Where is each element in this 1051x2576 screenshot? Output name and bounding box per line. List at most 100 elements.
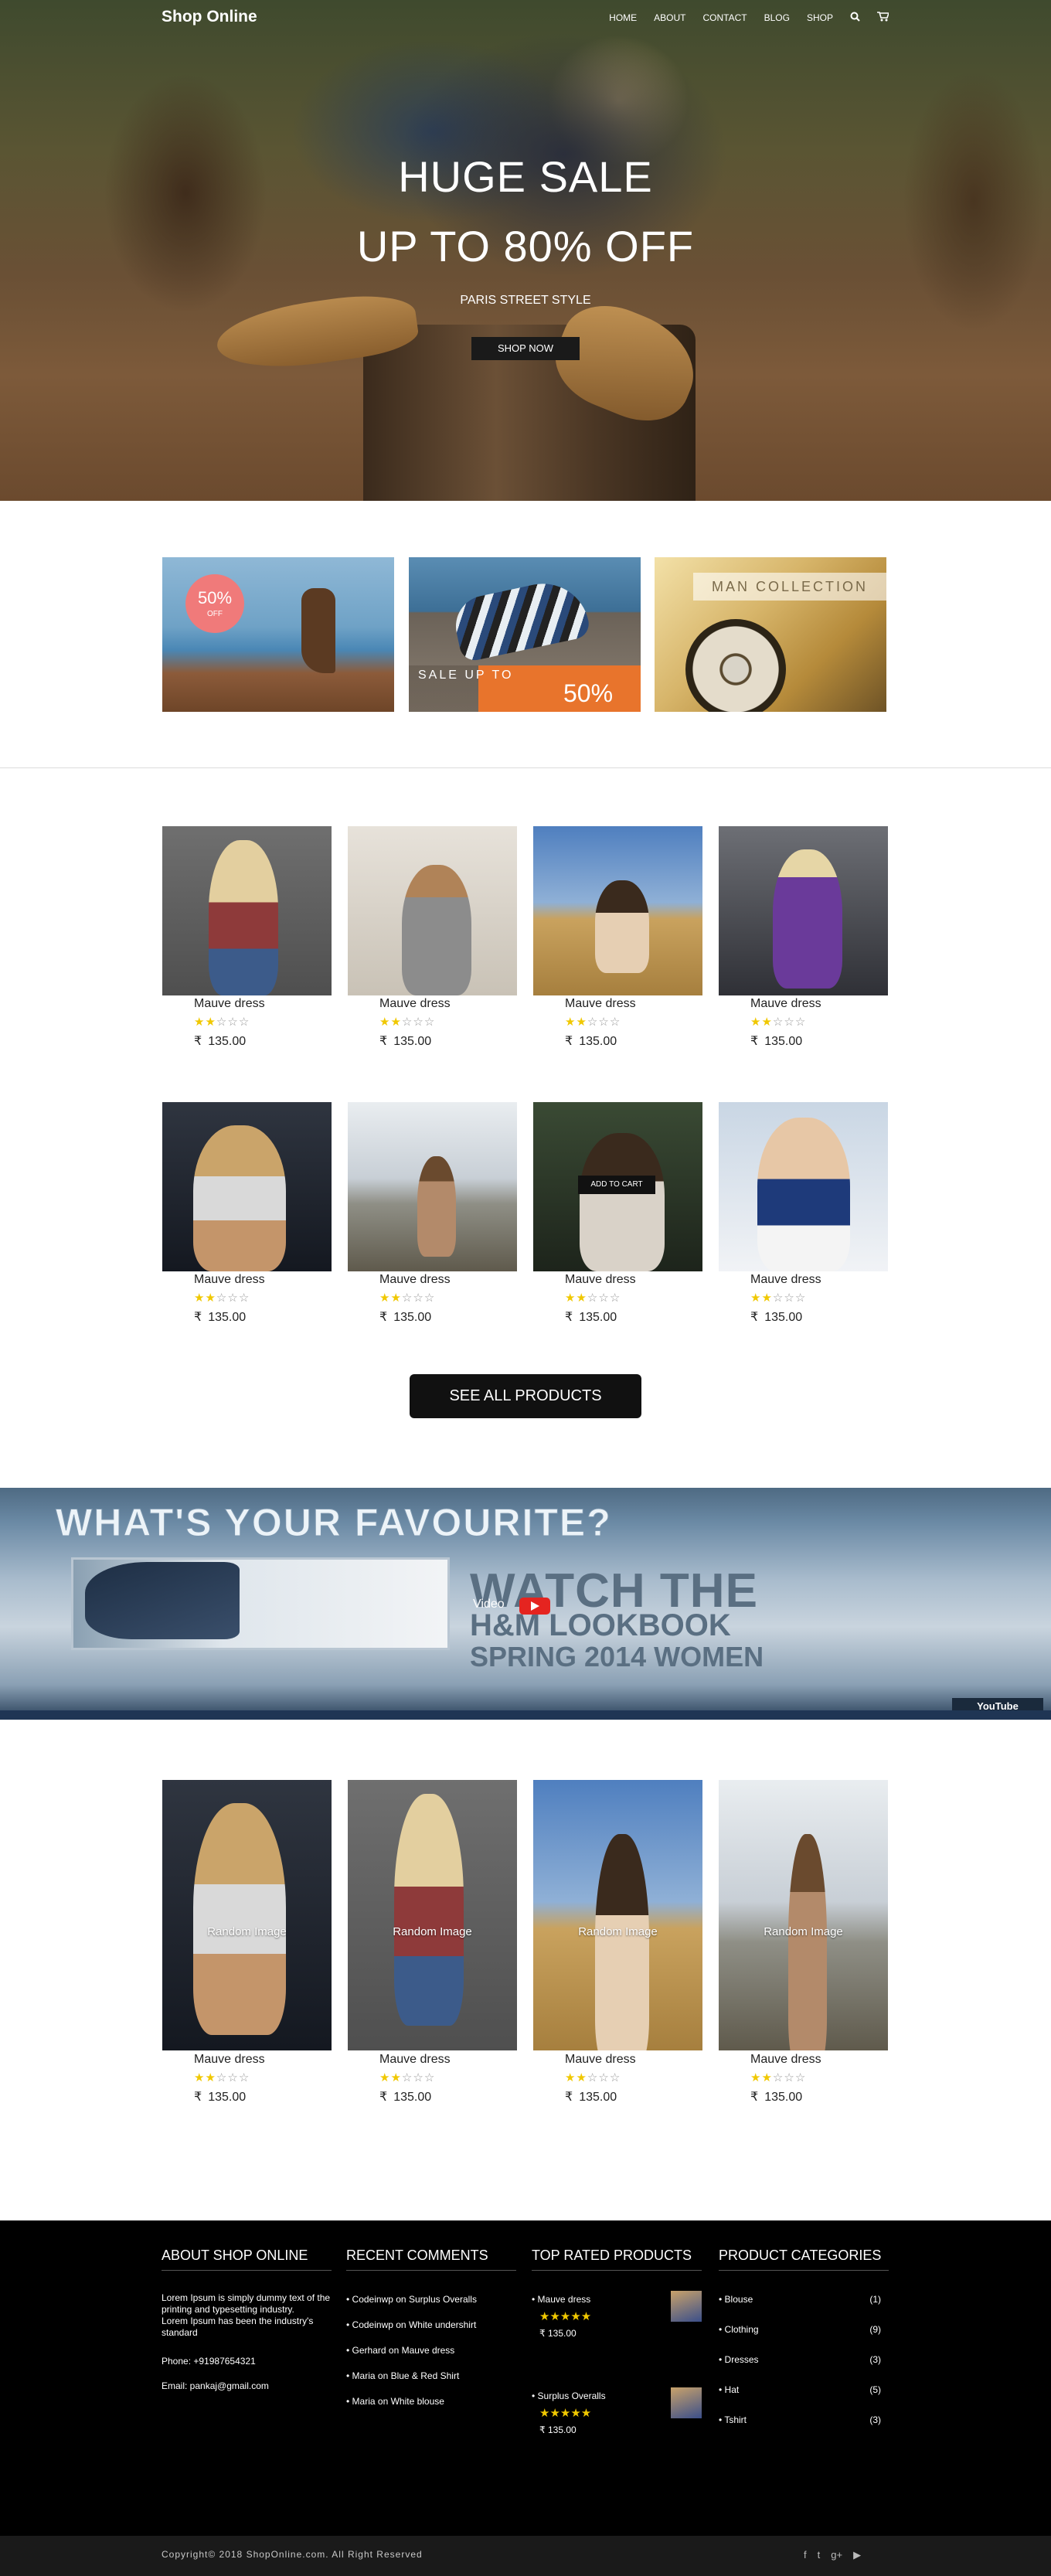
facebook-icon[interactable]: f [804, 2549, 807, 2561]
comment-target[interactable]: Mauve dress [402, 2345, 455, 2356]
product-card[interactable]: Mauve dress ★★☆☆☆ ₹135.00 [162, 1102, 332, 1334]
star-filled-icon: ★ [390, 1291, 402, 1305]
comment-item[interactable]: • Maria on Blue & Red Shirt [346, 2370, 459, 2381]
product-title[interactable]: Mauve dress [379, 2053, 451, 2067]
star-empty-icon: ☆ [772, 2071, 784, 2084]
random-product-card[interactable]: Random Image Mauve dress ★★☆☆☆ ₹135.00 [162, 1780, 332, 2112]
twitter-icon[interactable]: t [818, 2549, 821, 2561]
product-model-figure [595, 880, 649, 973]
product-card[interactable]: Mauve dress ★★☆☆☆ ₹135.00 [348, 1102, 517, 1334]
comment-item[interactable]: • Gerhard on Mauve dress [346, 2345, 454, 2356]
search-icon[interactable] [850, 12, 860, 24]
comment-target[interactable]: White blouse [391, 2396, 444, 2407]
product-title[interactable]: Mauve dress [194, 1273, 265, 1287]
product-image[interactable] [162, 826, 332, 995]
product-image[interactable]: Random Image [162, 1780, 332, 2050]
product-image[interactable]: Random Image [719, 1780, 888, 2050]
comment-target[interactable]: White undershirt [409, 2319, 476, 2330]
play-button-icon[interactable] [519, 1598, 550, 1615]
top-rated-item[interactable]: • Mauve dress ★★★★★ ₹ 135.00 [532, 2291, 702, 2339]
product-image[interactable] [348, 826, 517, 995]
currency-symbol: ₹ [750, 2091, 759, 2104]
comment-author[interactable]: Maria [352, 2396, 376, 2407]
google-plus-icon[interactable]: g+ [831, 2549, 842, 2561]
youtube-icon[interactable]: ▶ [853, 2549, 861, 2561]
promo-card-man-collection[interactable]: MAN COLLECTION [655, 557, 886, 712]
nav-home[interactable]: HOME [609, 12, 637, 23]
product-title[interactable]: Mauve dress [565, 2053, 636, 2067]
nav-about[interactable]: ABOUT [654, 12, 685, 23]
add-to-cart-button[interactable]: ADD TO CART [578, 1176, 655, 1194]
category-item[interactable]: • Tshirt (3) [719, 2414, 881, 2425]
comment-target[interactable]: Blue & Red Shirt [391, 2370, 460, 2381]
promo-card-shoes[interactable]: SALE UP TO 50% [409, 557, 641, 712]
footer-email[interactable]: Email: pankaj@gmail.com [162, 2380, 332, 2392]
category-name[interactable]: Tshirt [724, 2414, 747, 2425]
category-item[interactable]: • Blouse (1) [719, 2294, 881, 2305]
product-image[interactable] [719, 826, 888, 995]
product-title[interactable]: Mauve dress [379, 997, 451, 1011]
promo-card-sale[interactable]: 50% OFF [162, 557, 394, 712]
product-title[interactable]: Mauve dress [194, 997, 265, 1011]
random-product-card[interactable]: Random Image Mauve dress ★★☆☆☆ ₹135.00 [533, 1780, 702, 2112]
comment-target[interactable]: Surplus Overalls [409, 2294, 477, 2305]
video-player-bar [0, 1710, 1051, 1720]
category-item[interactable]: • Clothing (9) [719, 2324, 881, 2335]
product-card[interactable]: Mauve dress ★★☆☆☆ ₹135.00 [162, 826, 332, 1058]
category-item[interactable]: • Dresses (3) [719, 2354, 881, 2365]
product-model-figure [580, 1133, 665, 1271]
product-image[interactable] [533, 826, 702, 995]
category-name[interactable]: Blouse [725, 2294, 753, 2305]
product-card[interactable]: Mauve dress ★★☆☆☆ ₹135.00 [348, 826, 517, 1058]
product-card[interactable]: Mauve dress ★★☆☆☆ ₹135.00 [533, 826, 702, 1058]
product-title[interactable]: Mauve dress [750, 1273, 821, 1287]
category-name[interactable]: Clothing [725, 2324, 759, 2335]
nav-contact[interactable]: CONTACT [703, 12, 747, 23]
comment-item[interactable]: • Codeinwp on White undershirt [346, 2319, 476, 2330]
product-card[interactable]: ADD TO CART Mauve dress ★★☆☆☆ ₹135.00 [533, 1102, 702, 1334]
top-rated-name-text[interactable]: Surplus Overalls [538, 2391, 606, 2401]
footer-comments-heading: RECENT COMMENTS [346, 2248, 516, 2271]
product-image[interactable] [162, 1102, 332, 1271]
cart-icon[interactable] [877, 12, 890, 24]
currency-symbol: ₹ [565, 1311, 573, 1324]
product-title[interactable]: Mauve dress [194, 2053, 265, 2067]
category-name[interactable]: Dresses [725, 2354, 759, 2365]
random-product-card[interactable]: Random Image Mauve dress ★★☆☆☆ ₹135.00 [719, 1780, 888, 2112]
product-image[interactable]: ADD TO CART [533, 1102, 702, 1271]
comment-item[interactable]: • Codeinwp on Surplus Overalls [346, 2294, 477, 2305]
product-card[interactable]: Mauve dress ★★☆☆☆ ₹135.00 [719, 826, 888, 1058]
comment-author[interactable]: Codeinwp [352, 2294, 393, 2305]
product-title[interactable]: Mauve dress [379, 1273, 451, 1287]
comment-author[interactable]: Maria [352, 2370, 376, 2381]
shop-now-button[interactable]: SHOP NOW [471, 337, 580, 360]
product-image[interactable]: Random Image [348, 1780, 517, 2050]
product-title[interactable]: Mauve dress [750, 2053, 821, 2067]
product-title[interactable]: Mauve dress [565, 997, 636, 1011]
site-logo[interactable]: Shop Online [162, 8, 257, 26]
top-rated-item[interactable]: • Surplus Overalls ★★★★★ ₹ 135.00 [532, 2387, 702, 2435]
comment-item[interactable]: • Maria on White blouse [346, 2396, 444, 2407]
category-item[interactable]: • Hat (5) [719, 2384, 881, 2395]
nav-shop[interactable]: SHOP [807, 12, 833, 23]
price-value: 135.00 [208, 2091, 247, 2104]
random-product-card[interactable]: Random Image Mauve dress ★★☆☆☆ ₹135.00 [348, 1780, 517, 2112]
top-rated-thumbnail[interactable] [671, 2291, 702, 2322]
top-rated-thumbnail[interactable] [671, 2387, 702, 2418]
product-price: ₹135.00 [194, 1033, 246, 1049]
video-banner[interactable]: WHAT'S YOUR FAVOURITE? WATCH THE H&M LOO… [0, 1488, 1051, 1720]
comment-author[interactable]: Gerhard [352, 2345, 386, 2356]
see-all-products-button[interactable]: SEE ALL PRODUCTS [410, 1374, 641, 1418]
star-empty-icon: ☆ [227, 2071, 239, 2084]
product-image[interactable] [719, 1102, 888, 1271]
product-image[interactable] [348, 1102, 517, 1271]
nav-blog[interactable]: BLOG [764, 12, 790, 23]
random-image-overlay: Random Image [764, 1925, 843, 1938]
product-image[interactable]: Random Image [533, 1780, 702, 2050]
product-title[interactable]: Mauve dress [750, 997, 821, 1011]
comment-author[interactable]: Codeinwp [352, 2319, 393, 2330]
top-rated-name-text[interactable]: Mauve dress [538, 2294, 591, 2305]
category-name[interactable]: Hat [725, 2384, 740, 2395]
product-title[interactable]: Mauve dress [565, 1273, 636, 1287]
product-card[interactable]: Mauve dress ★★☆☆☆ ₹135.00 [719, 1102, 888, 1334]
